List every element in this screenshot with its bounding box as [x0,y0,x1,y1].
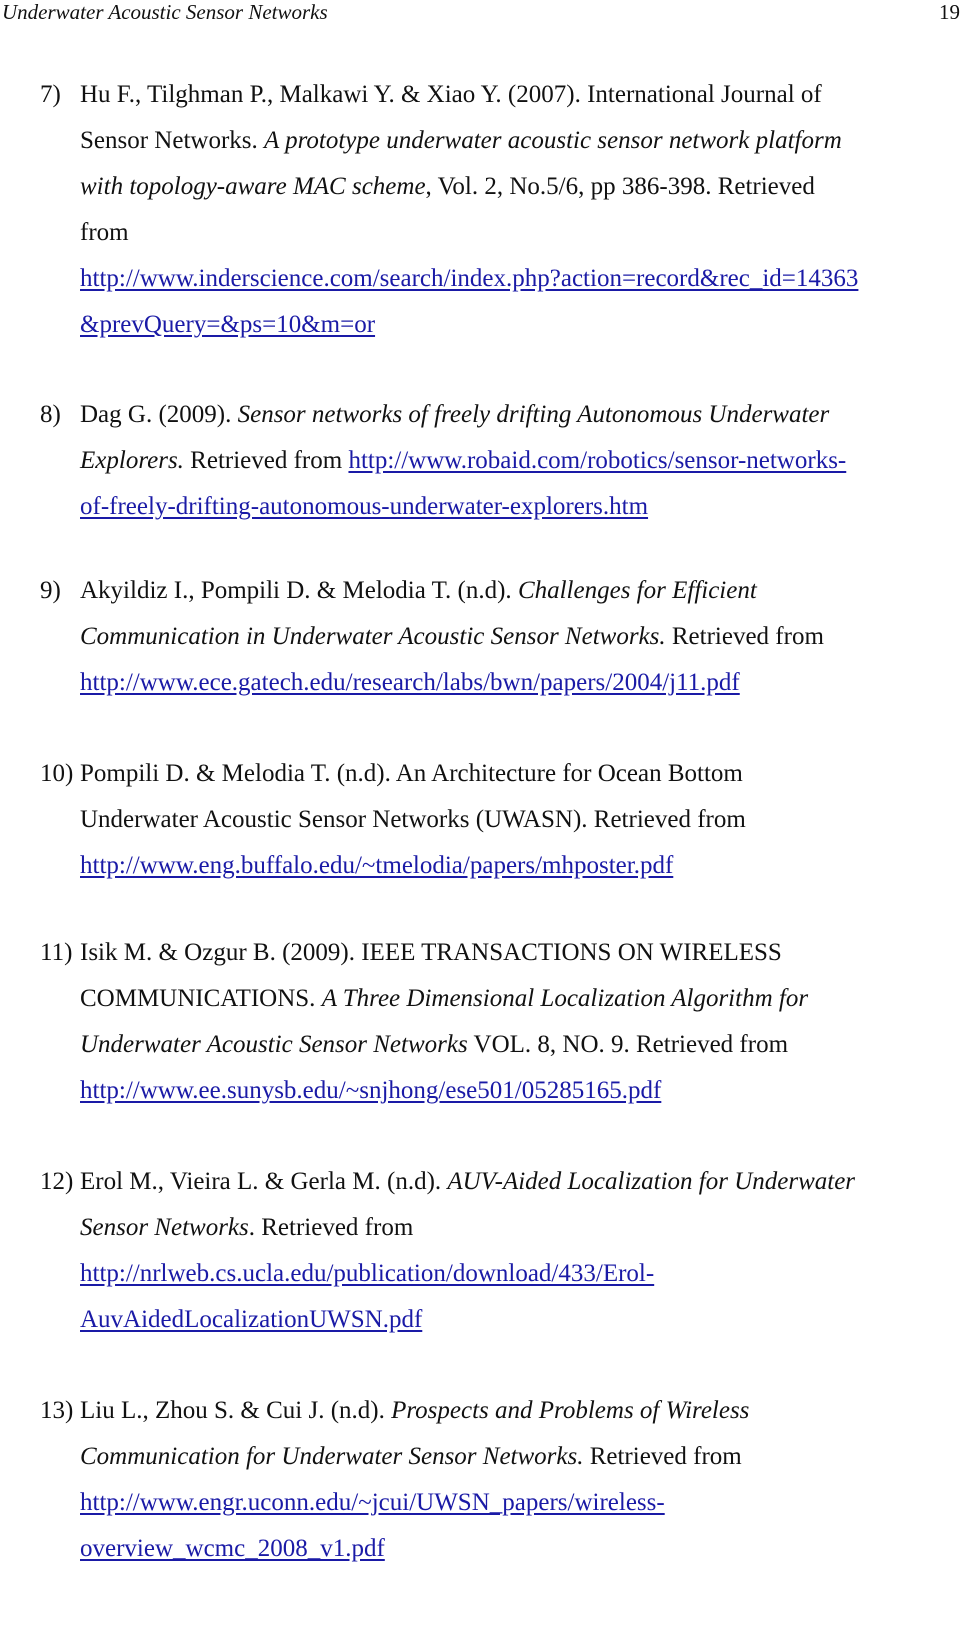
reference-title-italic: AUV-Aided Localization for Underwater [447,1168,856,1195]
reference-text: Liu L., Zhou S. & Cui J. (n.d). [80,1397,392,1424]
reference-url-link[interactable]: http://www.eng.buffalo.edu/~tmelodia/pap… [80,852,673,879]
reference-line: Communication in Underwater Acoustic Sen… [80,614,960,660]
reference-number: 12) [40,1168,74,1195]
reference-text: Isik M. & Ozgur B. (2009). IEEE TRANSACT… [80,939,782,966]
reference-url-link[interactable]: &prevQuery=&ps=10&m=or [80,311,375,338]
reference-body: Dag G. (2009). Sensor networks of freely… [80,392,960,530]
reference-line: from [80,210,960,256]
reference-line: Sensor Networks. A prototype underwater … [80,118,960,164]
reference-number: 7) [40,81,61,108]
reference-text: COMMUNICATIONS. [80,985,322,1012]
reference-url-link[interactable]: http://www.robaid.com/robotics/sensor-ne… [348,447,846,474]
reference-url-link[interactable]: http://www.ece.gatech.edu/research/labs/… [80,669,740,696]
reference-line: Sensor Networks. Retrieved from [80,1205,960,1251]
reference-line: Communication for Underwater Sensor Netw… [80,1434,960,1480]
reference-body: Liu L., Zhou S. & Cui J. (n.d). Prospect… [80,1388,960,1572]
reference-url-link[interactable]: http://www.engr.uconn.edu/~jcui/UWSN_pap… [80,1489,665,1516]
reference-line: Underwater Acoustic Sensor Networks (UWA… [80,797,960,843]
reference-text: Dag G. (2009). [80,401,238,428]
reference-body: Erol M., Vieira L. & Gerla M. (n.d). AUV… [80,1159,960,1343]
reference-number: 11) [40,939,73,966]
reference-number: 8) [40,401,61,428]
reference-line: Isik M. & Ozgur B. (2009). IEEE TRANSACT… [80,930,960,976]
reference-text: from [80,219,129,246]
reference-title-italic: Communication in Underwater Acoustic Sen… [80,623,666,650]
reference-body: Hu F., Tilghman P., Malkawi Y. & Xiao Y.… [80,72,960,348]
reference-number: 13) [40,1397,74,1424]
reference-title-italic: Prospects and Problems of Wireless [391,1397,750,1424]
reference-url-link[interactable]: http://www.ee.sunysb.edu/~snjhong/ese501… [80,1077,661,1104]
reference-text: Underwater Acoustic Sensor Networks (UWA… [80,806,746,833]
reference-title-italic: A Three Dimensional Localization Algorit… [321,985,809,1012]
reference-line: http://www.inderscience.com/search/index… [80,256,960,302]
reference-body: Akyildiz I., Pompili D. & Melodia T. (n.… [80,568,960,706]
reference-body: Isik M. & Ozgur B. (2009). IEEE TRANSACT… [80,930,960,1114]
reference-title-italic: Challenges for Efficient [517,577,757,604]
reference-body: Pompili D. & Melodia T. (n.d). An Archit… [80,751,960,889]
reference-title-italic: with topology-aware MAC scheme [80,173,426,200]
reference-line: of-freely-drifting-autonomous-underwater… [80,484,960,530]
reference-url-link[interactable]: overview_wcmc_2008_v1.pdf [80,1535,385,1562]
page-number: 19 [939,0,960,24]
reference-title-italic: Sensor networks of freely drifting Auton… [237,401,830,428]
reference-text: Retrieved from [183,447,349,474]
reference-line: http://www.engr.uconn.edu/~jcui/UWSN_pap… [80,1480,960,1526]
reference-line: &prevQuery=&ps=10&m=or [80,302,960,348]
reference-title-italic: Sensor Networks [80,1214,249,1241]
reference-url-link[interactable]: of-freely-drifting-autonomous-underwater… [80,493,648,520]
reference-text: Retrieved from [665,623,824,650]
reference-line: http://www.ece.gatech.edu/research/labs/… [80,660,960,706]
reference-line: Pompili D. & Melodia T. (n.d). An Archit… [80,751,960,797]
reference-text: . Retrieved from [248,1214,414,1241]
reference-number: 10) [40,760,74,787]
reference-line: Liu L., Zhou S. & Cui J. (n.d). Prospect… [80,1388,960,1434]
reference-text: VOL. 8, NO. 9. Retrieved from [467,1031,789,1058]
running-title: Underwater Acoustic Sensor Networks [2,0,328,24]
reference-title-italic: Explorers. [80,447,184,474]
reference-line: http://nrlweb.cs.ucla.edu/publication/do… [80,1251,960,1297]
reference-line: Dag G. (2009). Sensor networks of freely… [80,392,960,438]
reference-title-italic: Communication for Underwater Sensor Netw… [80,1443,584,1470]
reference-text: Hu F., Tilghman P., Malkawi Y. & Xiao Y.… [80,81,822,108]
reference-text: Sensor Networks. [80,127,265,154]
reference-line: Akyildiz I., Pompili D. & Melodia T. (n.… [80,568,960,614]
reference-url-link[interactable]: http://nrlweb.cs.ucla.edu/publication/do… [80,1260,654,1287]
reference-line: with topology-aware MAC scheme, Vol. 2, … [80,164,960,210]
reference-line: Underwater Acoustic Sensor Networks VOL.… [80,1022,960,1068]
reference-line: Erol M., Vieira L. & Gerla M. (n.d). AUV… [80,1159,960,1205]
reference-line: http://www.ee.sunysb.edu/~snjhong/ese501… [80,1068,960,1114]
reference-line: http://www.eng.buffalo.edu/~tmelodia/pap… [80,843,960,889]
reference-line: overview_wcmc_2008_v1.pdf [80,1526,960,1572]
reference-text: Erol M., Vieira L. & Gerla M. (n.d). [80,1168,448,1195]
reference-url-link[interactable]: http://www.inderscience.com/search/index… [80,265,858,292]
reference-text: Akyildiz I., Pompili D. & Melodia T. (n.… [80,577,518,604]
reference-title-italic: Underwater Acoustic Sensor Networks [80,1031,468,1058]
reference-text: Retrieved from [583,1443,742,1470]
reference-line: Hu F., Tilghman P., Malkawi Y. & Xiao Y.… [80,72,960,118]
reference-text: , Vol. 2, No.5/6, pp 386-398. Retrieved [425,173,815,200]
page-header: Underwater Acoustic Sensor Networks 19 [0,0,960,24]
reference-number: 9) [40,577,61,604]
reference-line: AuvAidedLocalizationUWSN.pdf [80,1297,960,1343]
reference-line: Explorers. Retrieved from http://www.rob… [80,438,960,484]
reference-text: Pompili D. & Melodia T. (n.d). An Archit… [80,760,743,787]
reference-url-link[interactable]: AuvAidedLocalizationUWSN.pdf [80,1306,422,1333]
reference-line: COMMUNICATIONS. A Three Dimensional Loca… [80,976,960,1022]
reference-title-italic: A prototype underwater acoustic sensor n… [264,127,842,154]
